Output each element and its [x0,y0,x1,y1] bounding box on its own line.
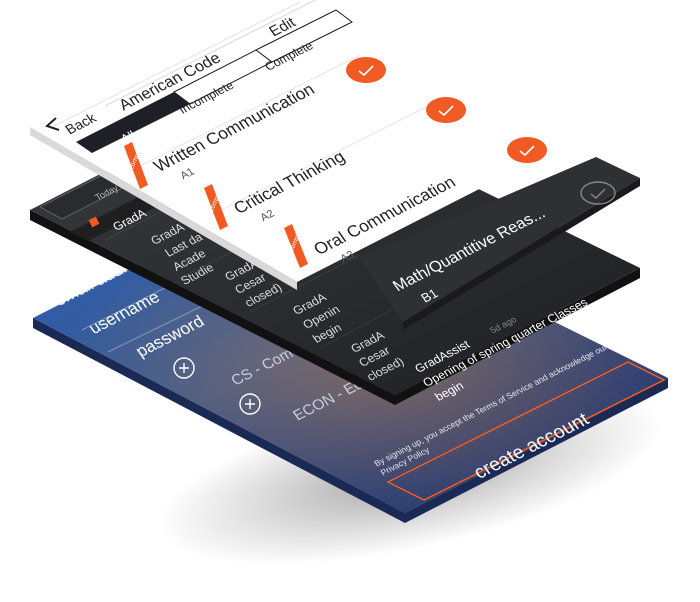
check-button[interactable] [346,57,386,83]
app-screens-stack: email addr username password CS - Com EC… [0,0,700,602]
check-button[interactable] [507,137,547,163]
list-screen [30,0,640,330]
check-button[interactable] [426,97,466,123]
